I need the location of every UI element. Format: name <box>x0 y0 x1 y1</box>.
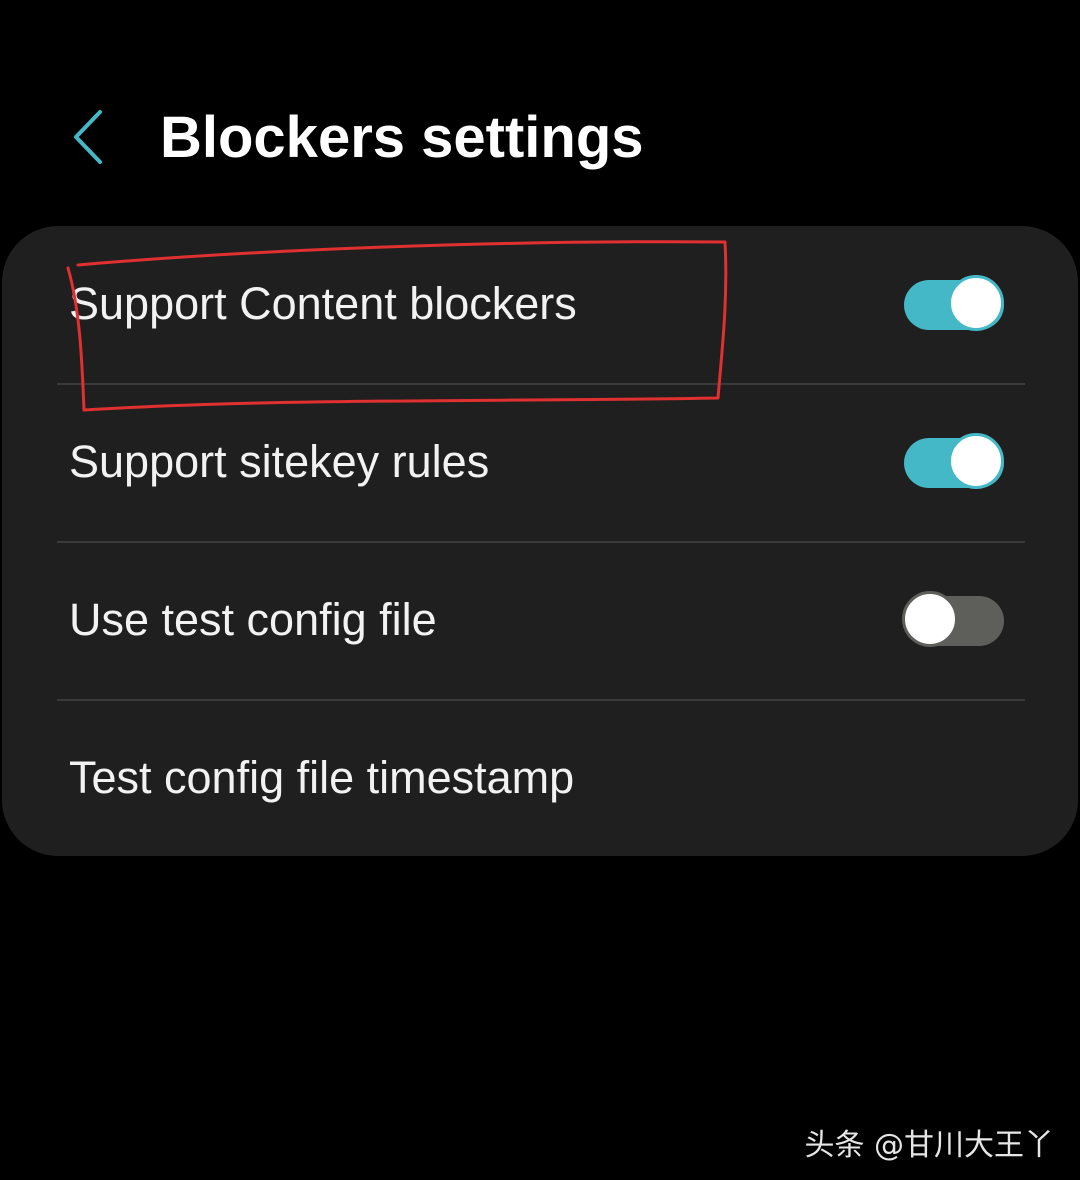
setting-label: Use test config file <box>69 594 437 645</box>
watermark: 头条 @甘川大王丫 <box>804 1128 1054 1163</box>
setting-label: Test config file timestamp <box>69 752 575 803</box>
support-sitekey-rules-toggle[interactable] <box>902 430 1006 489</box>
setting-row-support-sitekey-rules[interactable]: Support sitekey rules <box>2 384 1078 542</box>
toggle-knob <box>948 275 1004 331</box>
setting-row-support-content-blockers[interactable]: Support Content blockers <box>2 226 1078 384</box>
chevron-left-icon <box>74 110 102 164</box>
toggle-knob <box>902 591 958 647</box>
setting-label: Support Content blockers <box>69 278 577 329</box>
back-button[interactable] <box>62 102 122 172</box>
page-title: Blockers settings <box>160 105 644 170</box>
setting-row-test-config-file-timestamp[interactable]: Test config file timestamp <box>2 700 1078 858</box>
use-test-config-file-toggle[interactable] <box>902 588 1006 647</box>
app-header: Blockers settings <box>0 90 1080 190</box>
setting-label: Support sitekey rules <box>69 436 490 487</box>
setting-row-use-test-config-file[interactable]: Use test config file <box>2 542 1078 700</box>
support-content-blockers-toggle[interactable] <box>902 272 1006 331</box>
toggle-knob <box>948 433 1004 489</box>
settings-card: Support Content blockers Support sitekey… <box>2 226 1078 856</box>
